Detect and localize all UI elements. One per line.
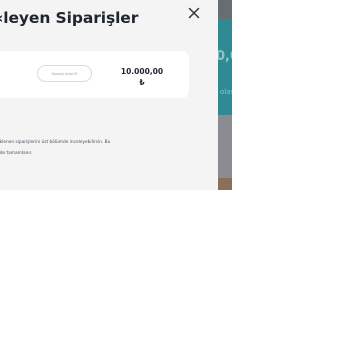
close-icon xyxy=(188,7,200,19)
background-gray-panel: em xyxy=(218,115,232,178)
background-page: 0,0 olas em xyxy=(218,0,232,190)
info-line-1: eklenen siparişlerini üst bölümde incele… xyxy=(0,140,111,145)
amount-value: 10.000,00 xyxy=(120,67,164,76)
info-text: eklenen siparişlerini üst bölümde incele… xyxy=(0,138,110,159)
modal-title: ‹leyen Siparişler xyxy=(0,9,139,27)
background-top-strip xyxy=(218,0,232,19)
order-amount: 10.000,00 ₺ xyxy=(110,66,174,88)
screen: ‹leyen Siparişler Siparişi İptal Et 10.0… xyxy=(0,0,350,350)
order-card: Siparişi İptal Et 10.000,00 ₺ xyxy=(0,51,189,98)
background-balance-card: 0,0 olas xyxy=(218,19,232,115)
currency-symbol: ₺ xyxy=(139,78,145,87)
close-button[interactable] xyxy=(184,3,204,23)
info-line-2: nde tamamlanır. xyxy=(0,150,33,156)
background-amount: 0,0 xyxy=(218,49,232,64)
background-label: olas xyxy=(220,88,232,96)
background-brown-strip xyxy=(218,178,232,190)
orders-modal: ‹leyen Siparişler Siparişi İptal Et 10.0… xyxy=(0,0,218,190)
cancel-order-button[interactable]: Siparişi İptal Et xyxy=(37,65,92,82)
